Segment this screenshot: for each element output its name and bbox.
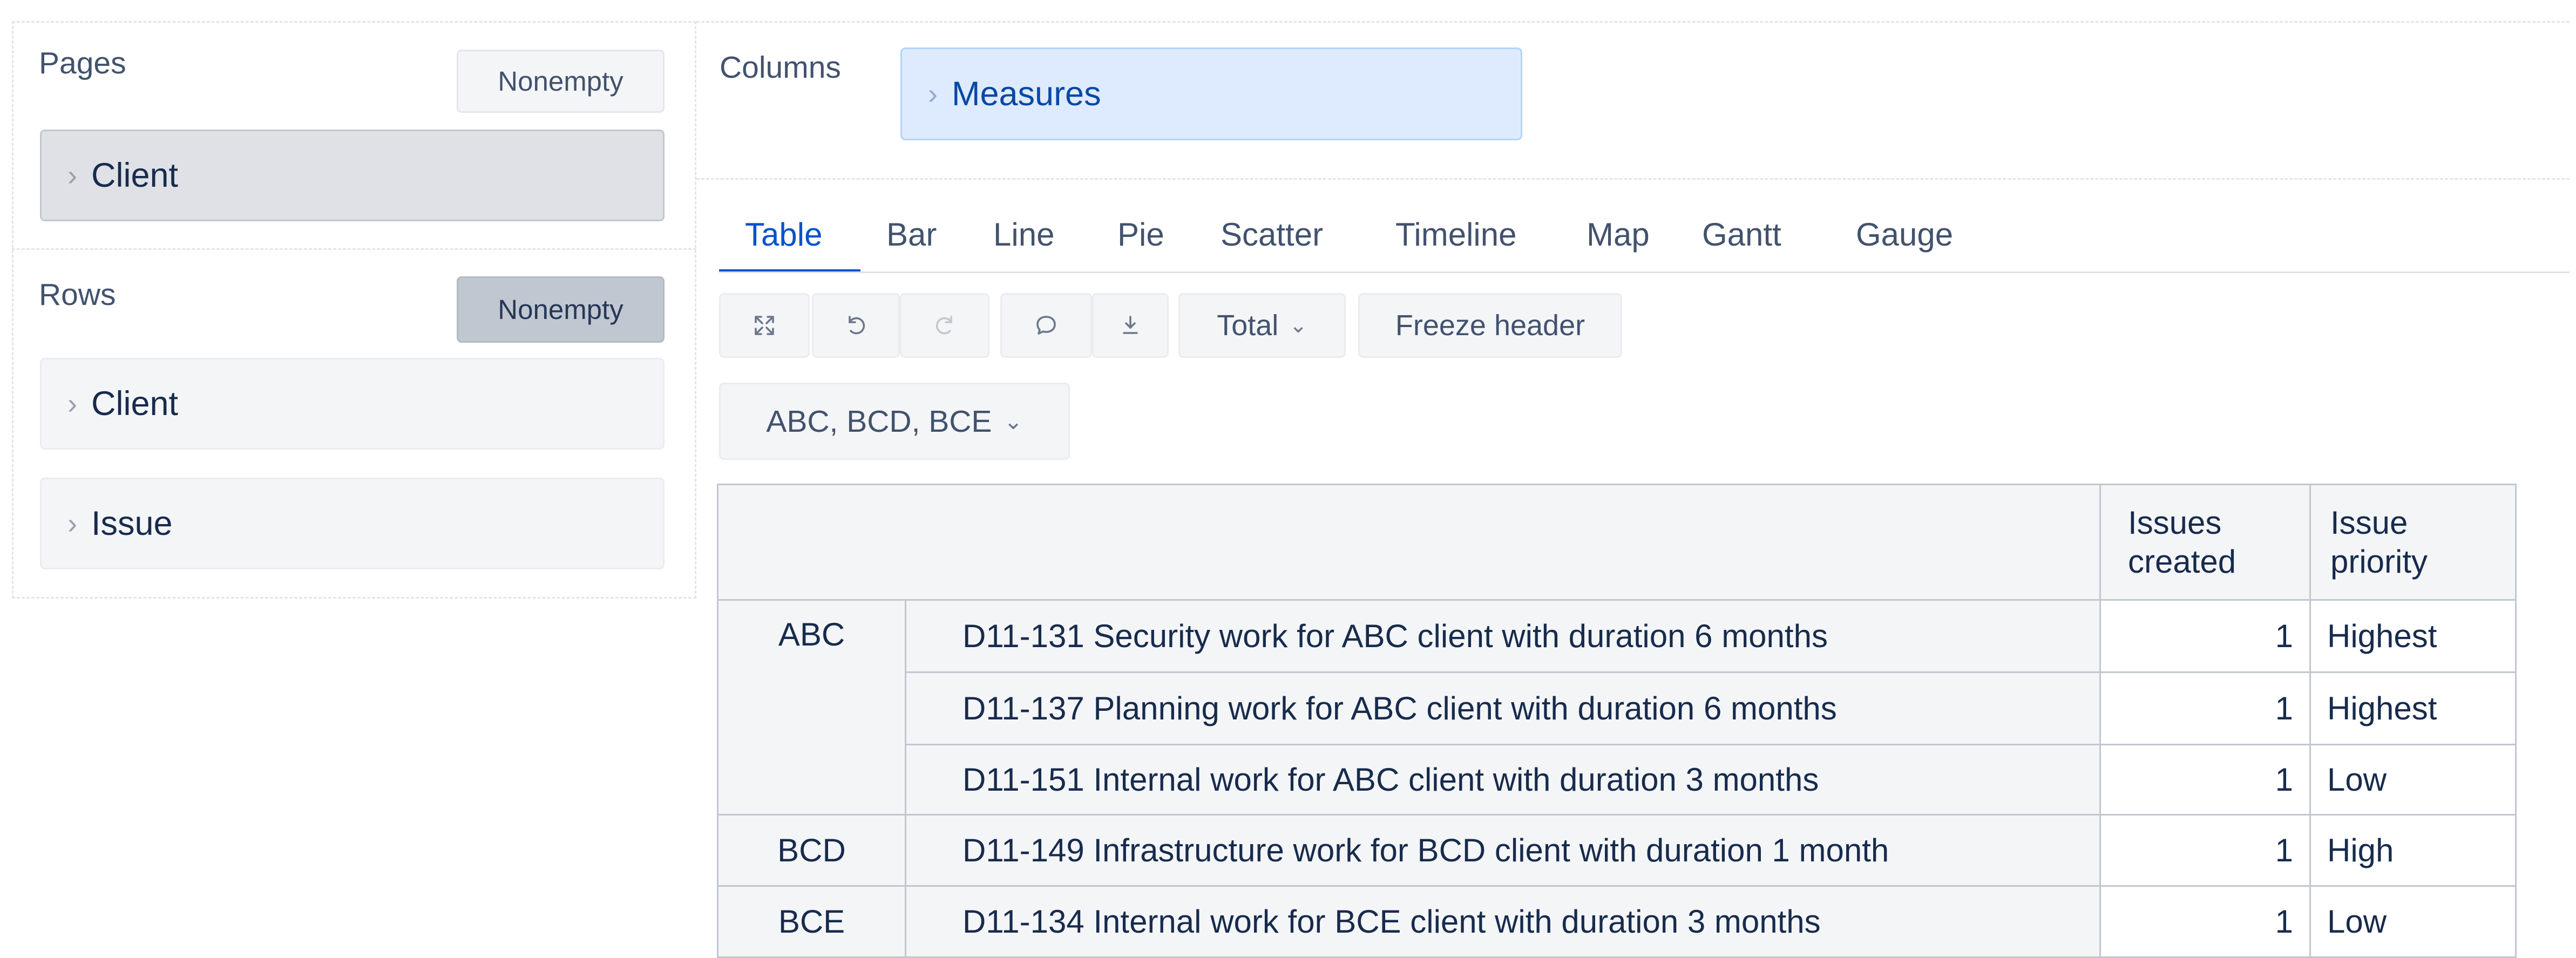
chevron-right-icon: › xyxy=(67,507,77,540)
cell-issue-priority: High xyxy=(2309,814,2517,887)
cell-issues-created: 1 xyxy=(2099,671,2311,745)
chevron-down-icon: ⌄ xyxy=(1289,314,1307,337)
tab-bar[interactable]: Bar xyxy=(886,216,937,253)
comment-button[interactable] xyxy=(1000,293,1092,358)
row-header-client-bce[interactable]: BCE xyxy=(717,885,906,958)
chevron-right-icon: › xyxy=(67,159,77,192)
tab-scatter[interactable]: Scatter xyxy=(1221,216,1323,253)
member-filter-label: ABC, BCD, BCE xyxy=(766,404,992,439)
row-header-client-bcd[interactable]: BCD xyxy=(717,814,906,887)
undo-button[interactable] xyxy=(812,293,900,358)
row-header-issue[interactable]: D11-131 Security work for ABC client wit… xyxy=(905,599,2101,673)
cell-issues-created: 1 xyxy=(2099,814,2311,887)
row-header-client-abc[interactable]: ABC xyxy=(717,599,906,816)
column-header-issues-created[interactable]: Issues created xyxy=(2099,484,2311,601)
rows-nonempty-button[interactable]: Nonempty xyxy=(457,276,665,343)
row-header-issue[interactable]: D11-134 Internal work for BCE client wit… xyxy=(905,885,2101,958)
tab-table[interactable]: Table xyxy=(745,216,822,253)
row-header-issue[interactable]: D11-137 Planning work for ABC client wit… xyxy=(905,671,2101,745)
pages-title: Pages xyxy=(39,46,126,80)
chevron-right-icon: › xyxy=(928,78,938,110)
pages-nonempty-button[interactable]: Nonempty xyxy=(457,50,665,113)
redo-icon xyxy=(936,316,952,335)
row-header-issue[interactable]: D11-151 Internal work for ABC client wit… xyxy=(905,744,2101,816)
dimension-label: Issue xyxy=(91,505,173,542)
client-label: BCE xyxy=(778,903,845,940)
fullscreen-icon xyxy=(755,316,774,335)
columns-top-border xyxy=(696,21,2570,23)
dimension-label: Client xyxy=(91,157,179,194)
client-label: BCD xyxy=(777,832,846,868)
chevron-down-icon: ⌄ xyxy=(1004,409,1023,434)
cell-issue-priority: Low xyxy=(2309,885,2517,958)
header-line: priority xyxy=(2330,543,2428,580)
tab-timeline[interactable]: Timeline xyxy=(1395,216,1517,253)
cell-issues-created: 1 xyxy=(2099,599,2311,673)
client-label: ABC xyxy=(778,616,845,653)
member-filter-dropdown[interactable]: ABC, BCD, BCE ⌄ xyxy=(719,383,1070,460)
cell-issue-priority: Highest xyxy=(2309,599,2517,673)
columns-dimension-measures[interactable]: › Measures xyxy=(900,47,1522,140)
rows-title: Rows xyxy=(39,277,116,312)
header-line: created xyxy=(2128,543,2236,580)
tab-gauge[interactable]: Gauge xyxy=(1856,216,1953,253)
fullscreen-button[interactable] xyxy=(719,293,810,358)
export-icon xyxy=(1123,316,1138,334)
comment-icon xyxy=(1036,316,1056,335)
export-button[interactable] xyxy=(1092,293,1169,358)
dimension-label: Measures xyxy=(951,75,1101,113)
header-line: Issue xyxy=(2330,504,2408,541)
total-dropdown[interactable]: Total ⌄ xyxy=(1178,293,1346,358)
tab-map[interactable]: Map xyxy=(1587,216,1650,253)
tab-pie[interactable]: Pie xyxy=(1117,216,1164,253)
total-label: Total xyxy=(1217,309,1279,342)
left-panel-divider xyxy=(12,248,696,250)
redo-button[interactable] xyxy=(900,293,989,358)
pages-dimension-client[interactable]: › Client xyxy=(40,130,665,221)
header-line: Issues xyxy=(2128,504,2222,541)
table-corner-header xyxy=(717,484,2101,601)
chevron-right-icon: › xyxy=(67,388,77,420)
row-header-issue[interactable]: D11-149 Infrastructure work for BCD clie… xyxy=(905,814,2101,887)
freeze-header-button[interactable]: Freeze header xyxy=(1358,293,1622,358)
cell-issues-created: 1 xyxy=(2099,885,2311,958)
columns-bottom-border xyxy=(696,178,2570,180)
rows-dimension-issue[interactable]: › Issue xyxy=(40,478,665,569)
tab-gantt[interactable]: Gantt xyxy=(1702,216,1781,253)
columns-title: Columns xyxy=(720,50,841,85)
rows-dimension-client[interactable]: › Client xyxy=(40,358,665,450)
tabs-divider xyxy=(719,271,2570,273)
dimension-label: Client xyxy=(91,385,179,423)
cell-issue-priority: Low xyxy=(2309,744,2517,816)
cell-issue-priority: Highest xyxy=(2309,671,2517,745)
cell-issues-created: 1 xyxy=(2099,744,2311,816)
tab-line[interactable]: Line xyxy=(993,216,1054,253)
column-header-issue-priority[interactable]: Issue priority xyxy=(2309,484,2517,601)
undo-icon xyxy=(848,316,865,335)
